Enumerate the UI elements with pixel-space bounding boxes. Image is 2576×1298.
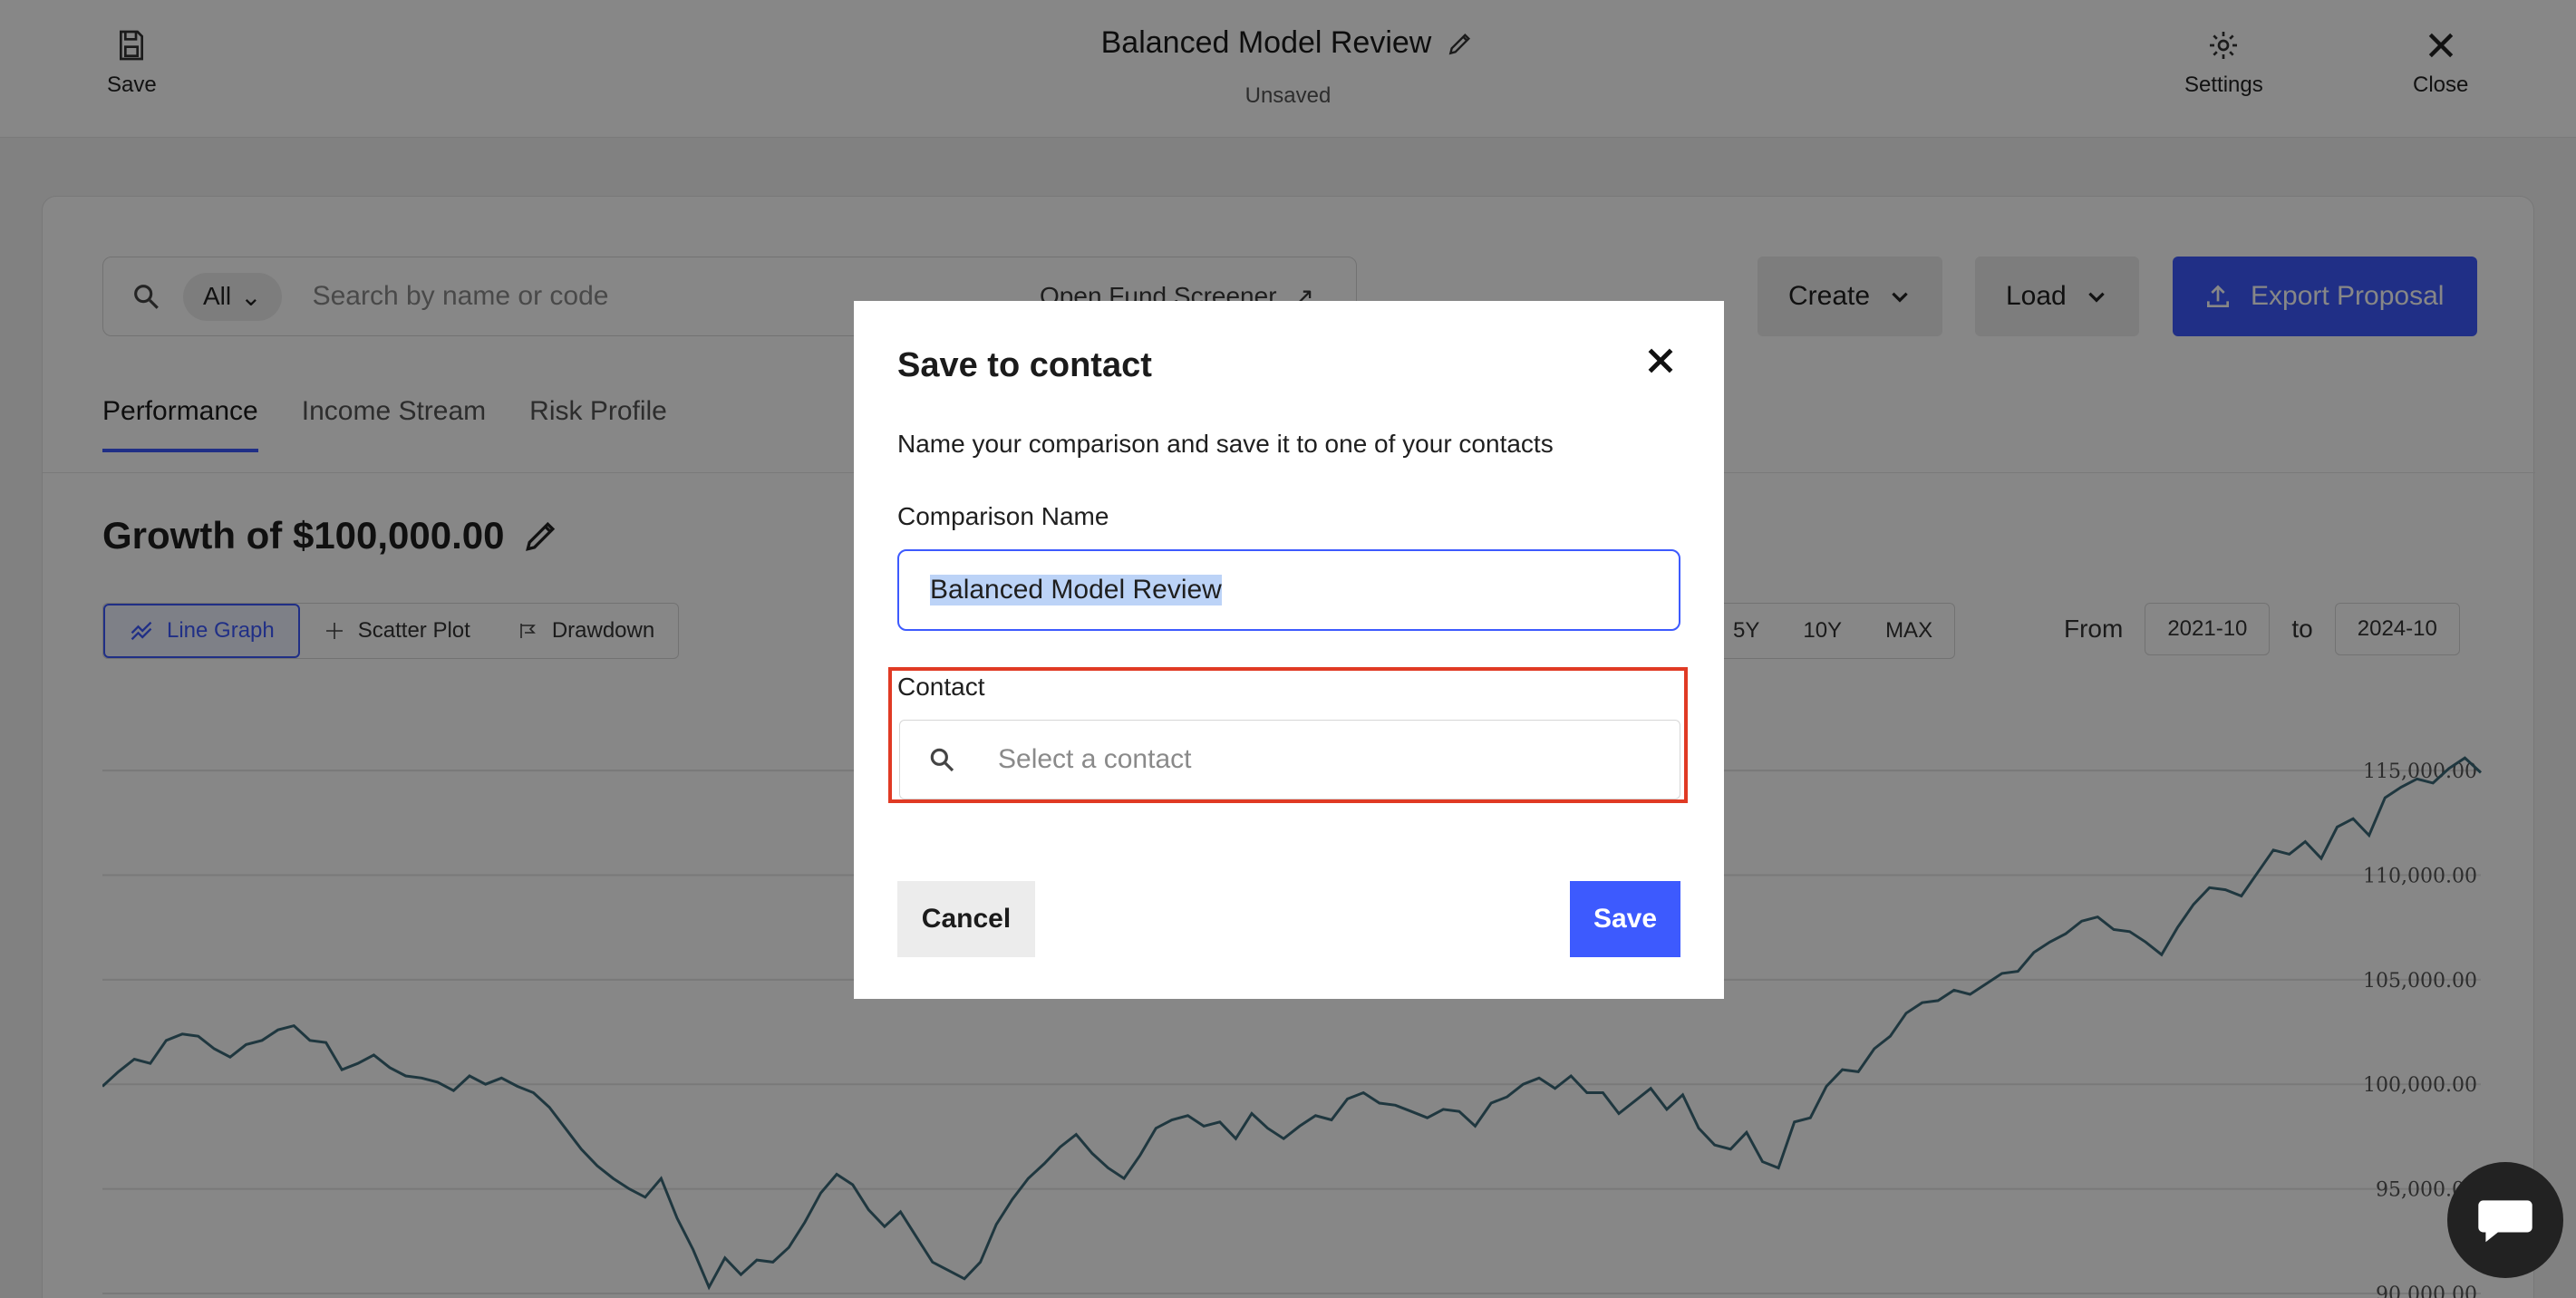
dialog-description: Name your comparison and save it to one …: [897, 430, 1554, 458]
dialog-title: Save to contact: [897, 346, 1152, 384]
search-icon: [930, 748, 954, 772]
cancel-button[interactable]: Cancel: [897, 881, 1035, 957]
contact-search-input[interactable]: Select a contact: [899, 720, 1680, 799]
contact-placeholder: Select a contact: [998, 744, 1192, 774]
save-button[interactable]: Save: [1570, 881, 1680, 957]
contact-label: Contact: [897, 673, 985, 701]
save-to-contact-dialog: Save to contact Name your comparison and…: [854, 301, 1724, 999]
comparison-name-value: Balanced Model Review: [930, 575, 1222, 605]
chat-support-button[interactable]: [2447, 1162, 2563, 1278]
close-icon[interactable]: [1642, 343, 1679, 379]
comparison-name-label: Comparison Name: [897, 502, 1109, 530]
comparison-name-input[interactable]: Balanced Model Review: [897, 549, 1680, 631]
chat-icon: [2478, 1200, 2532, 1243]
